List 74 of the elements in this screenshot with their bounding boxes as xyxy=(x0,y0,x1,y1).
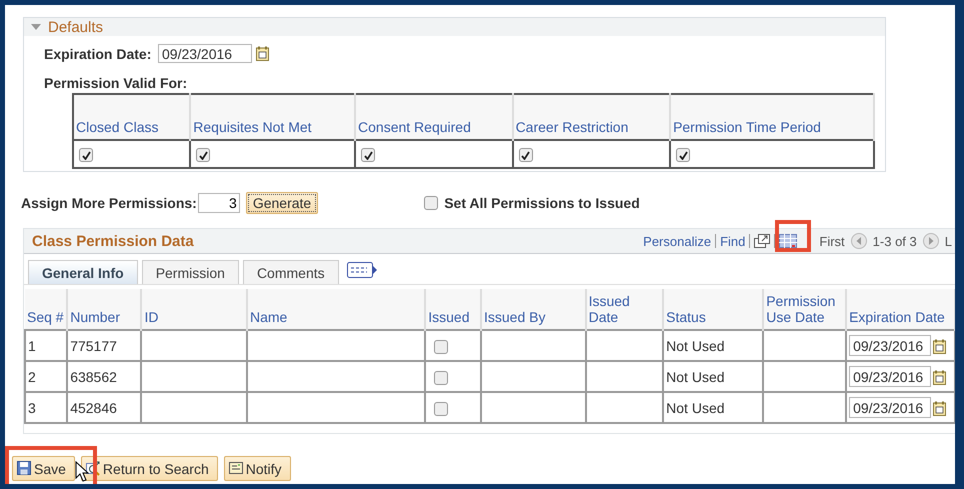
check-icon xyxy=(82,150,90,160)
check-icon xyxy=(198,150,208,160)
calendar-icon[interactable] xyxy=(933,401,946,416)
date-field[interactable]: 09/23/2016 xyxy=(158,44,252,63)
cursor-icon xyxy=(75,461,89,483)
checkbox[interactable] xyxy=(196,148,210,162)
check-icon xyxy=(678,150,688,160)
column-header: Issued xyxy=(425,289,481,330)
field-label: Expiration Date: xyxy=(44,46,152,62)
generate-button[interactable]: Generate xyxy=(246,192,318,214)
first-label: First xyxy=(819,234,845,248)
link[interactable]: Personalize xyxy=(643,234,712,248)
column-header: Status xyxy=(663,289,764,330)
column-header: Permission Time Period xyxy=(670,94,874,140)
date-field[interactable]: 09/23/2016 xyxy=(849,397,932,418)
calendar-icon[interactable] xyxy=(933,370,946,386)
table-cell: 1 xyxy=(25,330,68,361)
checkbox[interactable] xyxy=(434,370,448,385)
check-icon xyxy=(364,150,373,160)
column-header: Permission Use Date xyxy=(763,289,846,330)
previous-icon[interactable] xyxy=(850,233,867,249)
date-field[interactable]: 09/23/2016 xyxy=(849,366,932,387)
checkbox[interactable] xyxy=(434,340,448,354)
search-button[interactable]: Return to Search xyxy=(80,456,218,481)
tab[interactable]: Comments xyxy=(242,260,339,284)
checkbox-label: Set All Permissions to Issued xyxy=(444,195,640,211)
column-header: Issued Date xyxy=(586,289,664,330)
table-cell: 2 xyxy=(25,361,68,392)
next-icon[interactable] xyxy=(922,233,939,249)
column-header: Name xyxy=(246,289,426,330)
column-header: Number xyxy=(67,289,142,330)
notify-button[interactable]: Notify xyxy=(224,456,291,481)
grid-icon[interactable] xyxy=(779,234,798,248)
checkbox[interactable] xyxy=(434,402,448,416)
table-cell: Not Used xyxy=(663,392,764,423)
column-header: Seq # xyxy=(25,289,68,330)
range-label: 1-3 of 3 xyxy=(872,234,917,248)
table-cell: 452846 xyxy=(67,392,142,423)
column-header: ID xyxy=(141,289,247,330)
table-cell: Not Used xyxy=(663,330,764,361)
new-window-icon[interactable] xyxy=(754,234,770,248)
column-header: Consent Required xyxy=(355,94,513,140)
last-label: L xyxy=(944,234,952,248)
column-header: Issued By xyxy=(480,289,586,330)
check-icon xyxy=(521,150,530,160)
calendar-icon[interactable] xyxy=(933,339,946,354)
table-cell: 3 xyxy=(25,392,68,423)
tab[interactable]: Permission xyxy=(142,260,239,284)
field-label: Assign More Permissions: xyxy=(21,195,197,211)
grid-title: Class Permission Data xyxy=(32,232,194,250)
column-header: Career Restriction xyxy=(512,94,670,140)
save-button[interactable]: Save xyxy=(12,456,75,481)
tab[interactable]: General Info xyxy=(28,260,138,284)
table-cell: Not Used xyxy=(663,361,764,392)
panel-header[interactable]: Defaults xyxy=(24,18,885,36)
column-header: Closed Class xyxy=(73,94,190,140)
note-icon xyxy=(228,461,243,476)
checkbox[interactable] xyxy=(361,148,376,162)
checkbox[interactable] xyxy=(424,196,438,210)
link[interactable]: Find xyxy=(720,234,746,248)
checkbox[interactable] xyxy=(676,148,690,162)
date-field[interactable]: 09/23/2016 xyxy=(849,335,932,356)
column-header: Expiration Date xyxy=(846,289,955,330)
number-field[interactable]: 3 xyxy=(198,193,240,213)
column-header: Requisites Not Met xyxy=(190,94,356,140)
table-cell: 638562 xyxy=(67,361,142,392)
panel-title: Defaults xyxy=(48,18,104,36)
table-cell: 775177 xyxy=(67,330,142,361)
save-icon xyxy=(17,461,31,476)
checkbox[interactable] xyxy=(518,148,533,162)
calendar-icon[interactable] xyxy=(256,46,269,61)
checkbox[interactable] xyxy=(79,148,93,162)
section-label: Permission Valid For: xyxy=(44,75,188,91)
show-all-columns-icon[interactable] xyxy=(346,262,377,278)
